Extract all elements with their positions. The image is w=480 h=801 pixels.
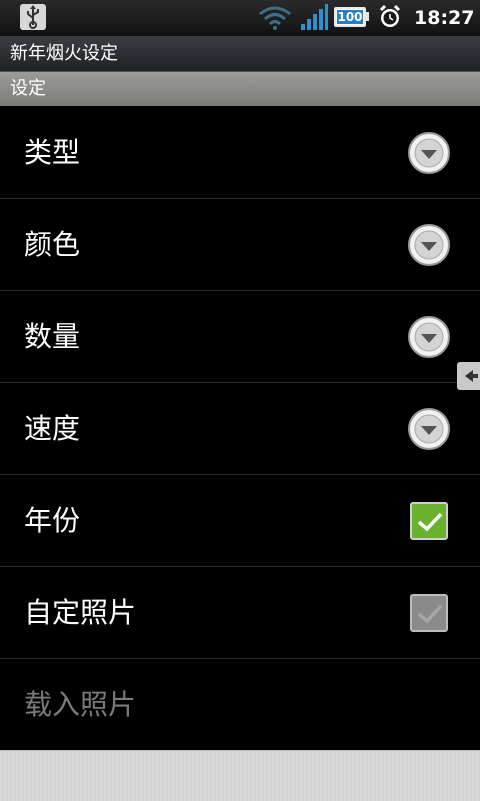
battery-tip xyxy=(366,12,369,21)
wifi-icon xyxy=(259,6,291,30)
usb-icon xyxy=(20,4,46,30)
arrow-left-icon xyxy=(465,370,478,382)
setting-year[interactable]: 年份 xyxy=(0,475,480,567)
setting-load-photo[interactable]: 载入照片 xyxy=(0,659,480,751)
setting-label: 自定照片 xyxy=(24,596,137,629)
app-title: 新年烟火设定 xyxy=(10,43,118,64)
setting-label: 颜色 xyxy=(24,228,81,261)
clock: 18:27 xyxy=(414,7,475,29)
section-header: 设定 xyxy=(0,72,480,106)
battery-icon: 100 xyxy=(334,7,366,27)
setting-label: 速度 xyxy=(24,412,81,445)
side-drawer-handle[interactable] xyxy=(457,362,480,390)
alarm-icon xyxy=(379,4,401,27)
dropdown-arrow-icon[interactable] xyxy=(407,407,451,451)
setting-color[interactable]: 颜色 xyxy=(0,199,480,291)
signal-icon xyxy=(301,4,328,30)
setting-label: 数量 xyxy=(24,320,81,353)
status-bar: 100 18:27 xyxy=(0,0,480,37)
check-icon xyxy=(417,512,443,532)
app-title-bar: 新年烟火设定 xyxy=(0,36,480,72)
setting-label: 年份 xyxy=(24,504,81,537)
section-header-label: 设定 xyxy=(10,78,46,99)
setting-label: 载入照片 xyxy=(24,688,137,721)
battery-label: 100 xyxy=(337,10,363,24)
bottom-bar xyxy=(0,750,480,801)
setting-custom-photo[interactable]: 自定照片 xyxy=(0,567,480,659)
setting-speed[interactable]: 速度 xyxy=(0,383,480,475)
dropdown-arrow-icon[interactable] xyxy=(407,131,451,175)
setting-type[interactable]: 类型 xyxy=(0,107,480,199)
custom-photo-checkbox[interactable] xyxy=(410,594,448,632)
dropdown-arrow-icon[interactable] xyxy=(407,223,451,267)
setting-quantity[interactable]: 数量 xyxy=(0,291,480,383)
check-icon xyxy=(417,604,443,624)
settings-list: 类型 颜色 数量 速度 年份 自定照片 载入照片 xyxy=(0,107,480,751)
setting-label: 类型 xyxy=(24,136,81,169)
year-checkbox[interactable] xyxy=(410,502,448,540)
dropdown-arrow-icon[interactable] xyxy=(407,315,451,359)
